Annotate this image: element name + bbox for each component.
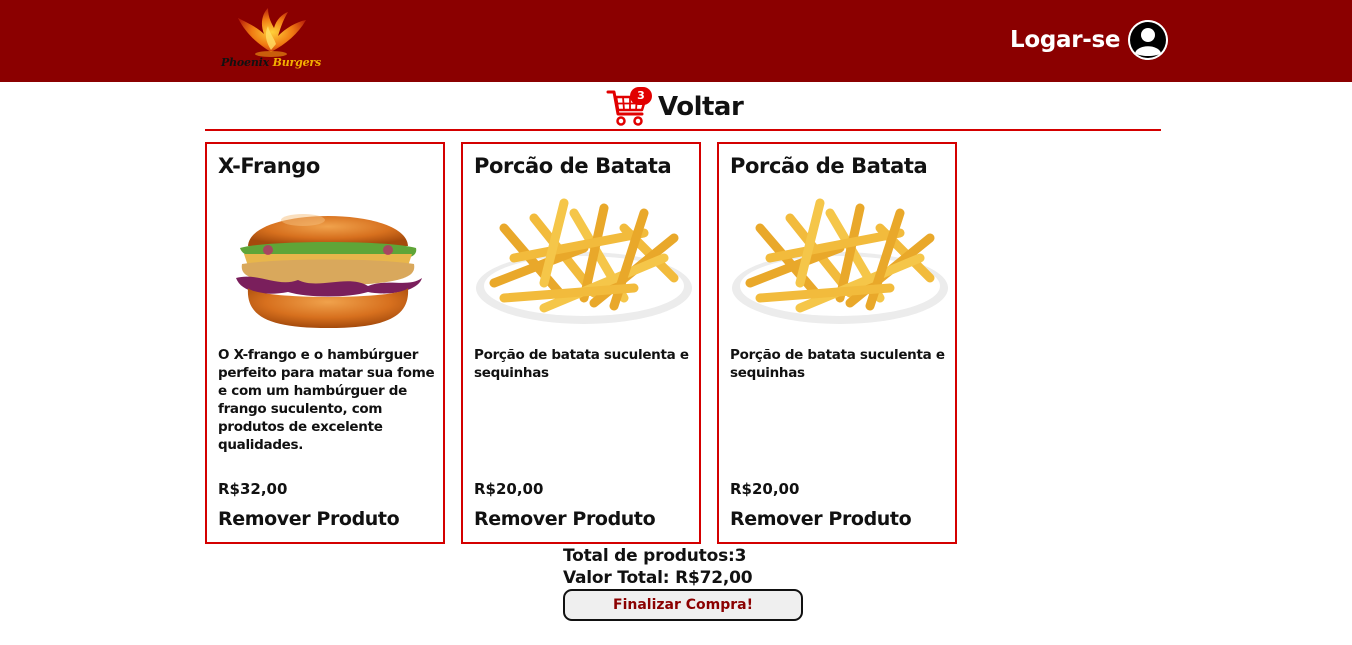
cart-count-badge: 3 [630,87,652,105]
total-products: Total de produtos:3 [563,546,747,566]
back-to-shop-link[interactable]: 3 Voltar [606,86,744,128]
burger-image [236,214,422,328]
product-price: R$20,00 [474,480,544,498]
product-description: Porção de batata suculenta e sequinhas [474,347,689,381]
fries-image [476,198,692,324]
section-divider [205,129,1161,131]
logo-text-burgers: Burgers [272,56,322,69]
product-description: Porção de batata suculenta e sequinhas [730,347,945,381]
remove-product-button[interactable]: Remover Produto [474,508,656,530]
login-label: Logar-se [1010,27,1121,53]
product-title: X-Frango [218,154,320,178]
cart-icon: 3 [606,86,652,128]
product-title: Porcão de Batata [474,154,672,178]
site-header: Phoenix Burgers Logar-se [0,0,1352,82]
login-button[interactable]: Logar-se [1010,20,1169,60]
logo-text-phoenix: Phoenix [221,56,269,69]
total-value: Valor Total: R$72,00 [563,568,753,588]
logo-text: Phoenix Burgers [216,56,326,69]
order-summary: Total de produtos:3 Valor Total: R$72,00 [563,545,753,589]
product-card: X-Frango O X-frango e o hambúrguer perfe… [205,142,445,544]
remove-product-button[interactable]: Remover Produto [730,508,912,530]
user-avatar-icon [1128,20,1169,60]
product-description: O X-frango e o hambúrguer perfeito para … [218,347,435,453]
fries-image [732,198,948,324]
phoenix-logo-icon [238,8,306,57]
checkout-button[interactable]: Finalizar Compra! [563,589,803,621]
product-title: Porcão de Batata [730,154,928,178]
remove-product-button[interactable]: Remover Produto [218,508,400,530]
product-price: R$20,00 [730,480,800,498]
phoenix-burgers-logo[interactable]: Phoenix Burgers [216,4,326,76]
product-card: Porcão de Batata Porção de batata sucule… [717,142,957,544]
product-card: Porcão de Batata Porção de batata sucule… [461,142,701,544]
back-label: Voltar [658,92,744,122]
product-price: R$32,00 [218,480,288,498]
